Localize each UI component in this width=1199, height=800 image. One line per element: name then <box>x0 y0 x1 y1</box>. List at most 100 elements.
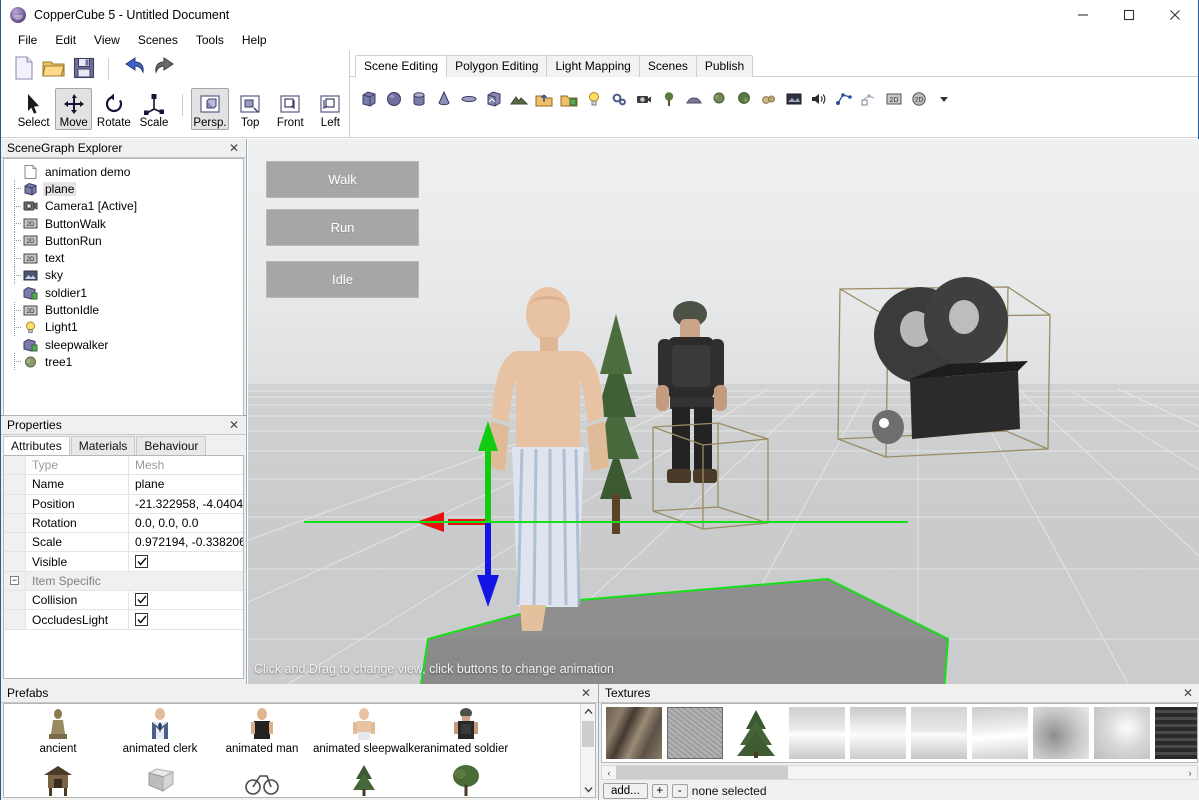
open-document-icon[interactable] <box>42 56 66 83</box>
shrub-icon[interactable] <box>733 86 754 112</box>
property-row-name[interactable]: Name plane <box>4 475 243 495</box>
tab-light-mapping[interactable]: Light Mapping <box>546 55 640 77</box>
texture-thumb-sky-down[interactable] <box>1094 707 1150 759</box>
prefab-item-bicycle[interactable] <box>211 763 313 797</box>
scrollbar-thumb[interactable] <box>582 721 594 747</box>
prefab-item-chair[interactable] <box>109 763 211 797</box>
tree-node-root[interactable]: animation demo <box>8 163 243 180</box>
collision-checkbox[interactable] <box>135 593 148 607</box>
texture-thumb-sky-front[interactable] <box>850 707 906 759</box>
view-front[interactable]: Front <box>272 88 309 130</box>
hill-icon[interactable] <box>683 86 704 112</box>
menu-file[interactable]: File <box>9 31 46 49</box>
scenegraph-close-icon[interactable]: ✕ <box>226 141 242 155</box>
sidebar-item-buttonidle[interactable]: 2D ButtonIdle <box>8 301 243 319</box>
sidebar-item-text[interactable]: 2D text <box>8 249 243 267</box>
view-left[interactable]: Left <box>312 88 349 130</box>
collapse-icon[interactable]: − <box>10 576 19 586</box>
add-texture-button[interactable]: add... <box>603 783 648 799</box>
path-icon[interactable] <box>833 86 854 112</box>
tab-publish[interactable]: Publish <box>695 55 754 77</box>
load-model-icon[interactable] <box>533 86 554 112</box>
view-top[interactable]: Top <box>232 88 269 130</box>
property-section-item-specific[interactable]: − Item Specific <box>4 571 243 592</box>
property-value[interactable]: 0.972194, -0.338206, 0 <box>129 535 243 549</box>
view-persp[interactable]: Persp. <box>191 88 229 130</box>
texture-thumb-soldier-skin[interactable] <box>1155 707 1197 759</box>
terrain-icon[interactable] <box>508 86 529 112</box>
texture-thumb-sky-right[interactable] <box>1033 707 1089 759</box>
tab-behaviour[interactable]: Behaviour <box>136 436 207 455</box>
sidebar-item-buttonrun[interactable]: 2D ButtonRun <box>8 232 243 250</box>
stones-icon[interactable] <box>758 86 779 112</box>
path-node-icon[interactable] <box>858 86 879 112</box>
sprite-2d-icon[interactable]: 2D <box>908 86 929 112</box>
maximize-button[interactable] <box>1106 0 1152 30</box>
property-row-rotation[interactable]: Rotation 0.0, 0.0, 0.0 <box>4 513 243 534</box>
bush-icon[interactable] <box>708 86 729 112</box>
texture-thumb-concrete[interactable] <box>667 707 723 759</box>
new-document-icon[interactable] <box>13 55 35 83</box>
properties-close-icon[interactable]: ✕ <box>226 418 242 432</box>
texture-thumb-sky-left[interactable] <box>972 707 1028 759</box>
prefab-item-animated-clerk[interactable]: animated clerk <box>109 707 211 763</box>
3d-viewport[interactable]: Walk Run Idle Click and Drag to change v… <box>248 139 1199 684</box>
sidebar-item-sleepwalker[interactable]: sleepwalker <box>8 336 243 353</box>
prefabs-close-icon[interactable]: ✕ <box>578 686 594 700</box>
occludeslight-checkbox[interactable] <box>135 612 148 626</box>
cylinder-icon[interactable] <box>408 86 429 112</box>
scroll-down-icon[interactable] <box>581 782 595 797</box>
prefab-item-animated-sleepwalker[interactable]: animated sleepwalker <box>313 707 424 763</box>
overlay-2d-icon[interactable]: 2D <box>883 86 904 112</box>
prefab-item-animated-soldier[interactable]: animated soldier <box>415 707 517 763</box>
gears-icon[interactable] <box>608 86 629 112</box>
scenegraph-tree[interactable]: animation demo plane Camera1 [Active] 2D… <box>3 158 244 416</box>
prefabs-list[interactable]: ancient animated clerk animated man anim… <box>3 703 596 798</box>
sidebar-item-sky[interactable]: sky <box>8 266 243 284</box>
save-document-icon[interactable] <box>73 57 95 82</box>
prefab-item-house[interactable] <box>7 763 109 797</box>
billboard-icon[interactable] <box>783 86 804 112</box>
close-button[interactable] <box>1152 0 1198 30</box>
more-dropdown-icon[interactable] <box>933 86 954 112</box>
menu-view[interactable]: View <box>85 31 129 49</box>
texture-thumb-sky-back[interactable] <box>911 707 967 759</box>
overlay-button-run[interactable]: Run <box>266 209 419 246</box>
redo-icon[interactable] <box>153 56 177 82</box>
tool-move[interactable]: Move <box>55 88 93 130</box>
camera-icon[interactable] <box>633 86 654 112</box>
increase-button[interactable]: + <box>651 784 668 798</box>
menu-scenes[interactable]: Scenes <box>129 31 187 49</box>
cube-icon[interactable] <box>358 86 379 112</box>
visible-checkbox[interactable] <box>135 554 148 568</box>
scroll-up-icon[interactable] <box>581 704 595 719</box>
cone-icon[interactable] <box>433 86 454 112</box>
scroll-right-icon[interactable]: › <box>1183 768 1197 778</box>
texture-thumb-sky-up[interactable] <box>789 707 845 759</box>
sidebar-item-camera1[interactable]: Camera1 [Active] <box>8 197 243 215</box>
sphere-icon[interactable] <box>383 86 404 112</box>
tool-rotate[interactable]: Rotate <box>95 88 132 130</box>
sidebar-item-soldier1[interactable]: soldier1 <box>8 284 243 301</box>
prefabs-scrollbar[interactable] <box>580 704 595 797</box>
prefab-item-pine-tree[interactable] <box>313 763 415 797</box>
prefab-item-broadleaf-tree[interactable] <box>415 763 517 797</box>
tab-materials[interactable]: Materials <box>70 436 136 455</box>
sidebar-item-tree1[interactable]: tree1 <box>8 353 243 371</box>
scrollbar-track[interactable] <box>616 766 1183 779</box>
tool-scale[interactable]: Scale <box>135 88 172 130</box>
property-value[interactable]: plane <box>129 477 243 491</box>
undo-icon[interactable] <box>122 56 146 82</box>
property-row-scale[interactable]: Scale 0.972194, -0.338206, 0 <box>4 533 243 553</box>
textures-close-icon[interactable]: ✕ <box>1180 686 1196 700</box>
sound-icon[interactable] <box>808 86 829 112</box>
menu-tools[interactable]: Tools <box>187 31 233 49</box>
menu-edit[interactable]: Edit <box>46 31 85 49</box>
texture-thumb-pine-tree[interactable] <box>728 707 784 759</box>
tool-select[interactable]: Select <box>15 88 52 130</box>
minimize-button[interactable] <box>1060 0 1106 30</box>
property-row-position[interactable]: Position -21.322958, -4.040499, <box>4 494 243 514</box>
light-icon[interactable] <box>583 86 604 112</box>
tab-attributes[interactable]: Attributes <box>3 436 70 455</box>
sidebar-item-plane[interactable]: plane <box>8 180 243 198</box>
